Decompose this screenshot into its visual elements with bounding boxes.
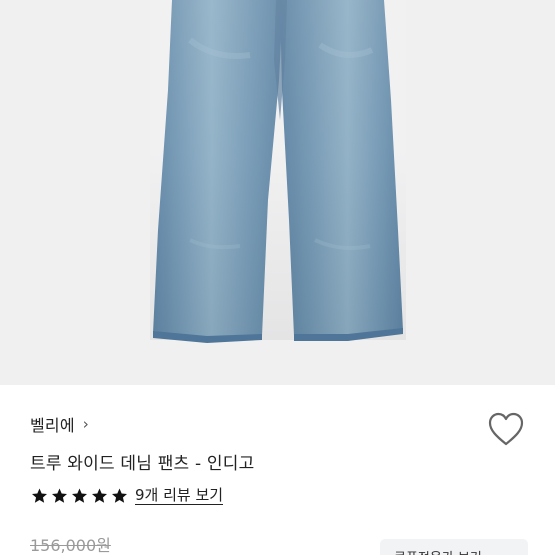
- product-info-panel: 벨리에 › 트루 와이드 데님 팬츠 - 인디고 9개 리뷰 보기 156,00…: [0, 385, 555, 555]
- product-image: [0, 0, 555, 385]
- reviews-link[interactable]: 9개 리뷰 보기: [135, 486, 224, 505]
- rating-row: 9개 리뷰 보기: [30, 486, 224, 505]
- star-icon: [112, 488, 127, 503]
- chevron-right-icon: ›: [82, 414, 89, 433]
- brand-name: 벨리에: [30, 416, 75, 435]
- star-icon: [72, 488, 87, 503]
- rating-stars: [30, 487, 129, 505]
- brand-link[interactable]: 벨리에 ›: [30, 412, 89, 436]
- star-icon: [52, 488, 67, 503]
- jeans-image: [150, 0, 406, 343]
- coupon-price-button[interactable]: 쿠폰적용가 보기: [380, 539, 528, 555]
- star-icon: [32, 488, 47, 503]
- heart-outline-icon[interactable]: [487, 411, 525, 447]
- original-price: 156,000원: [30, 536, 111, 555]
- product-title: 트루 와이드 데님 팬츠 - 인디고: [30, 454, 255, 474]
- star-icon: [92, 488, 107, 503]
